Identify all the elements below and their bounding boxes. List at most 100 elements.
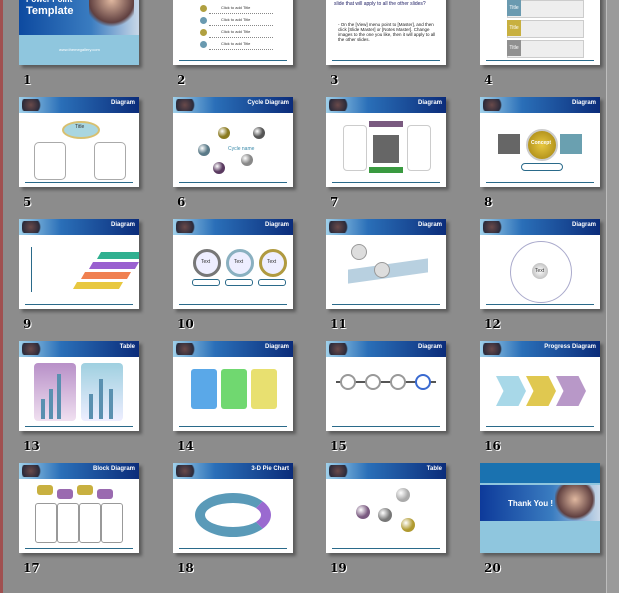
step-bar bbox=[88, 262, 139, 269]
slide-title: Block Diagram bbox=[92, 466, 135, 472]
slide-number: 14 bbox=[177, 439, 194, 453]
caption-box bbox=[225, 279, 253, 286]
header-photo bbox=[329, 99, 351, 111]
slide-number: 12 bbox=[484, 317, 501, 331]
note-card bbox=[251, 369, 277, 409]
key-circle bbox=[415, 374, 431, 390]
slide-thumbnail-14[interactable]: Diagram bbox=[173, 341, 293, 431]
slide-number: 16 bbox=[484, 439, 501, 453]
header-photo bbox=[176, 221, 198, 233]
cycle-ball bbox=[241, 154, 253, 166]
footer-line bbox=[486, 304, 594, 305]
circle bbox=[374, 262, 390, 278]
slide-title: Cycle Diagram bbox=[247, 100, 289, 106]
bar bbox=[89, 394, 93, 419]
circle-label: Text bbox=[234, 259, 244, 265]
circle-label: Text bbox=[201, 259, 211, 265]
photo bbox=[555, 485, 595, 521]
slide-thumbnail-17[interactable]: Block Diagram bbox=[19, 463, 139, 553]
slide-number: 1 bbox=[23, 73, 32, 87]
slide-header: Block Diagram bbox=[19, 463, 139, 479]
slide-title: Diagram bbox=[417, 222, 442, 228]
slide-number: 4 bbox=[484, 73, 493, 87]
slide-number: 20 bbox=[484, 561, 501, 575]
slide-thumbnail-19[interactable]: Table bbox=[326, 463, 446, 553]
slide-number: 15 bbox=[330, 439, 347, 453]
bar bbox=[99, 379, 103, 419]
right-stack bbox=[560, 134, 582, 154]
footer-line bbox=[25, 426, 133, 427]
footer-line bbox=[486, 182, 594, 183]
slide-thumbnail-9[interactable]: Diagram bbox=[19, 219, 139, 309]
header-photo bbox=[483, 343, 505, 355]
slide-title: Table bbox=[426, 466, 442, 472]
block-head bbox=[97, 489, 113, 499]
footer-line bbox=[179, 60, 287, 61]
key-circle bbox=[390, 374, 406, 390]
bar bbox=[41, 399, 45, 419]
slide-thumbnail-6[interactable]: Cycle Diagram Cycle name bbox=[173, 97, 293, 187]
slide-number: 13 bbox=[23, 439, 40, 453]
window-edge bbox=[0, 0, 3, 593]
slide-title: Diagram bbox=[417, 100, 442, 106]
footer-line bbox=[179, 426, 287, 427]
footer-line bbox=[179, 548, 287, 549]
step-bar bbox=[96, 252, 139, 259]
slide-header: Diagram bbox=[19, 219, 139, 235]
dotted-line bbox=[209, 37, 273, 38]
slide-number: 11 bbox=[330, 317, 347, 331]
dotted-line bbox=[209, 49, 273, 50]
left-stack bbox=[498, 134, 520, 154]
chevron bbox=[526, 376, 556, 406]
slide-number: 5 bbox=[23, 195, 32, 209]
text-box bbox=[34, 142, 66, 180]
slide-title: Diagram bbox=[417, 344, 442, 350]
slide-thumbnail-10[interactable]: Diagram Text Text Text bbox=[173, 219, 293, 309]
bar bbox=[49, 389, 53, 419]
bar bbox=[109, 389, 113, 419]
slide-number: 19 bbox=[330, 561, 347, 575]
slide-thumbnail-8[interactable]: Diagram Concept bbox=[480, 97, 600, 187]
text-box bbox=[94, 142, 126, 180]
slide-thumbnail-3[interactable]: slide that will apply to all the other s… bbox=[326, 0, 446, 65]
block-head bbox=[37, 485, 53, 495]
bullet-icon bbox=[200, 41, 207, 48]
ball bbox=[378, 508, 392, 522]
slide-header: Progress Diagram bbox=[480, 341, 600, 357]
content-item: Click to add Title bbox=[221, 41, 251, 46]
slide-number: 6 bbox=[177, 195, 186, 209]
slide-thumbnail-13[interactable]: Table bbox=[19, 341, 139, 431]
header-photo bbox=[329, 221, 351, 233]
circle bbox=[351, 244, 367, 260]
slide-thumbnail-5[interactable]: Diagram Title bbox=[19, 97, 139, 187]
slide-thumbnail-4[interactable]: Title Title Title bbox=[480, 0, 600, 65]
slide-thumbnail-18[interactable]: 3-D Pie Chart bbox=[173, 463, 293, 553]
top-band bbox=[480, 463, 600, 483]
slide-header: Diagram bbox=[326, 97, 446, 113]
header-photo bbox=[176, 465, 198, 477]
hub-label: Text bbox=[535, 268, 545, 274]
slide-thumbnail-1[interactable]: Power PointTemplate www.themegallery.com bbox=[19, 0, 139, 65]
slide-number: 17 bbox=[23, 561, 40, 575]
slide-thumbnail-16[interactable]: Progress Diagram bbox=[480, 341, 600, 431]
block-box bbox=[35, 503, 57, 543]
text-line-2: - On the [View] menu point to [Master], … bbox=[338, 22, 436, 42]
slide-thumbnail-7[interactable]: Diagram bbox=[326, 97, 446, 187]
footer-line bbox=[486, 426, 594, 427]
cycle-name: Cycle name bbox=[228, 146, 255, 152]
header-photo bbox=[22, 343, 44, 355]
bottom-bar bbox=[369, 167, 403, 173]
slide-thumbnail-20[interactable]: Thank You ! bbox=[480, 463, 600, 553]
ball bbox=[396, 488, 410, 502]
bullet-icon bbox=[200, 17, 207, 24]
slide-thumbnail-15[interactable]: Diagram bbox=[326, 341, 446, 431]
slide-thumbnail-12[interactable]: Diagram Text bbox=[480, 219, 600, 309]
caption-box bbox=[258, 279, 286, 286]
slide-thumbnail-11[interactable]: Diagram bbox=[326, 219, 446, 309]
slide-header: Table bbox=[19, 341, 139, 357]
slide-header: Table bbox=[326, 463, 446, 479]
vertical-scrollbar[interactable] bbox=[606, 0, 619, 593]
slide-header: 3-D Pie Chart bbox=[173, 463, 293, 479]
header-photo bbox=[22, 99, 44, 111]
slide-thumbnail-2[interactable]: Click to add Title Click to add Title Clic… bbox=[173, 0, 293, 65]
